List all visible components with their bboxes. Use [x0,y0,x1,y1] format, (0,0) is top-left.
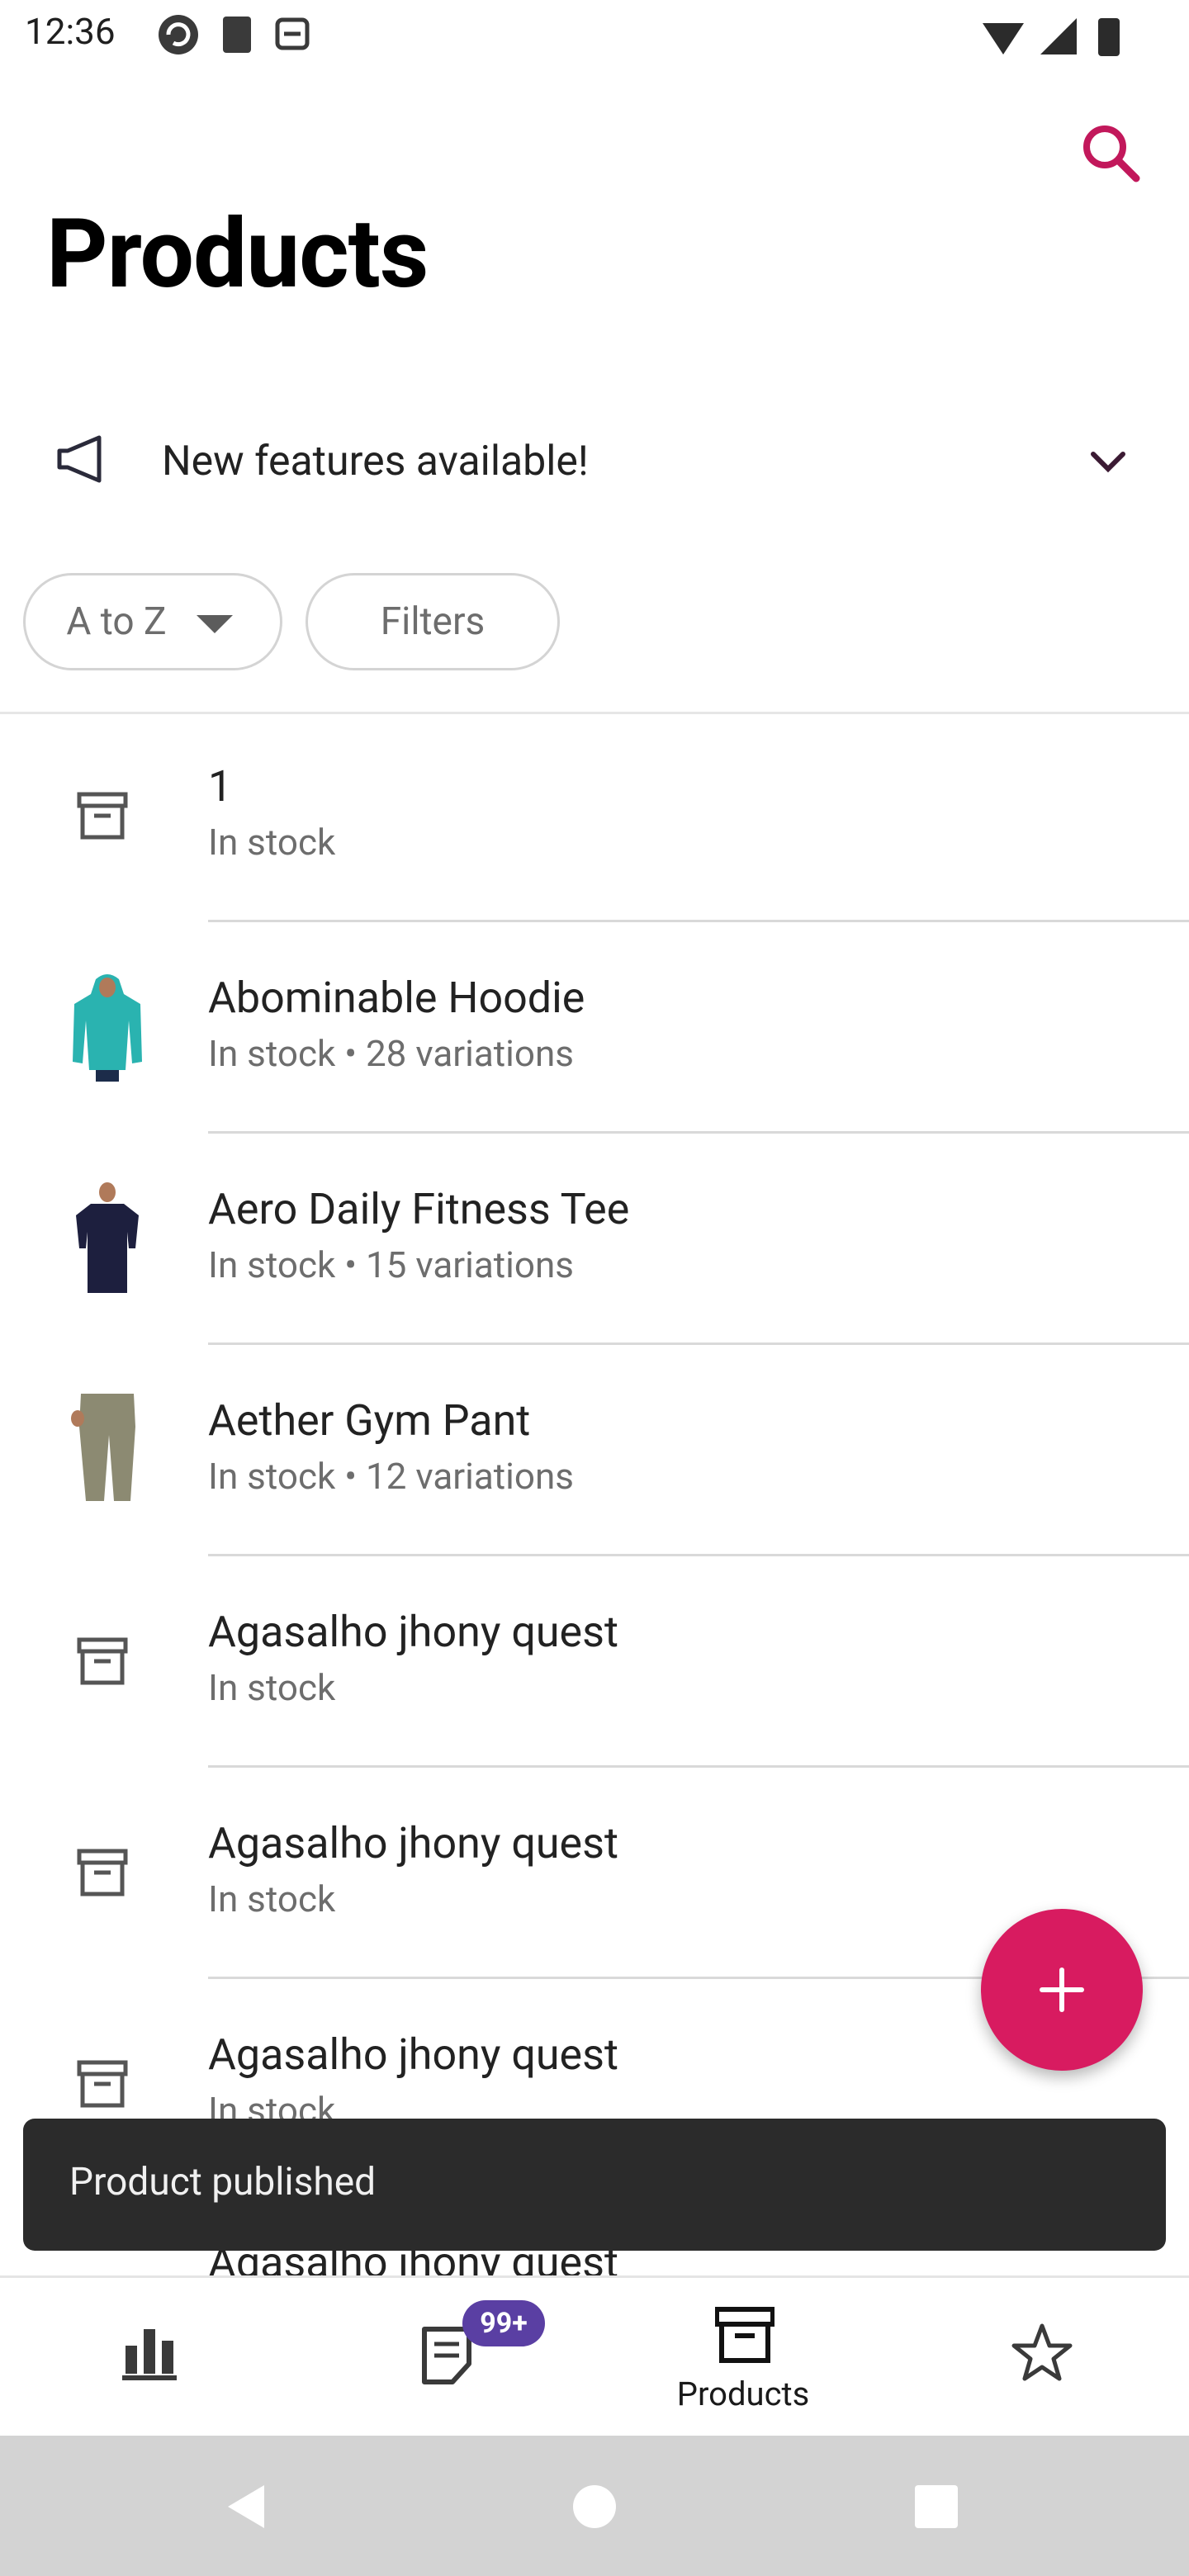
pant-thumbnail [66,1394,149,1504]
chevron-down-icon[interactable] [1083,438,1133,487]
product-subtitle: In stock • 28 variations [208,1032,574,1075]
battery-icon [1098,18,1120,56]
archive-icon [77,1637,128,1685]
nav-item-analytics[interactable] [0,2278,297,2438]
dropdown-arrow-icon [196,615,233,633]
tee-thumbnail [66,1182,149,1293]
page-title: Products [46,198,429,310]
filters-chip[interactable]: Filters [306,573,560,670]
list-item[interactable] [0,1346,1189,1557]
search-icon [1083,125,1140,182]
recents-icon[interactable] [915,2485,958,2528]
chart-icon [122,2329,177,2380]
product-subtitle: In stock [208,1878,336,1920]
product-title: Agasalho jhony quest [208,1818,618,1868]
star-icon [1011,2323,1073,2381]
product-title: Aero Daily Fitness Tee [208,1184,630,1234]
hoodie-thumbnail [66,971,149,1082]
list-item[interactable] [0,1134,1189,1346]
add-product-button[interactable] [981,1909,1143,2071]
nav-item-orders[interactable] [297,2278,594,2438]
row-divider [208,1765,1189,1768]
status-time: 12:36 [25,10,116,53]
list-item[interactable] [0,715,1189,921]
product-subtitle: In stock • 15 variations [208,1243,574,1286]
archive-icon [77,792,128,840]
home-icon[interactable] [571,2484,618,2530]
megaphone-icon [57,435,102,483]
product-subtitle: In stock [208,821,336,864]
row-divider [208,1554,1189,1556]
orders-count-badge: 99+ [462,2300,545,2346]
list-item[interactable] [0,923,1189,1134]
product-title: 1 [208,761,233,812]
archive-icon [77,1849,128,1896]
plus-icon [1040,1968,1084,2012]
status-bar: 12:36 [0,0,1189,73]
status-notification-icons [159,15,310,54]
list-top-divider [0,712,1189,714]
signal-icon [1040,18,1077,54]
back-icon[interactable] [221,2482,271,2531]
product-title: Abominable Hoodie [208,973,585,1023]
nav-label-products: Products [676,2375,810,2413]
bottom-navigation [0,2275,1189,2438]
row-divider [208,920,1189,922]
search-button[interactable] [1073,116,1148,190]
wifi-icon [983,23,1024,54]
nav-item-products[interactable] [594,2278,892,2438]
sort-chip-label: A to Z [66,599,167,644]
archive-icon [715,2307,775,2363]
product-title: Agasalho jhony quest [208,1607,618,1657]
product-title: Agasalho jhony quest [208,2029,618,2080]
row-divider [208,1131,1189,1134]
row-divider [208,1342,1189,1345]
product-subtitle: In stock [208,1666,336,1709]
system-navigation-bar [0,2436,1189,2576]
filters-chip-label: Filters [380,599,486,644]
status-system-icons [983,18,1120,56]
nav-item-reviews[interactable] [892,2278,1189,2438]
product-title: Aether Gym Pant [208,1395,531,1446]
banner-text: New features available! [162,438,589,485]
snackbar-text: Product published [69,2160,377,2204]
sort-chip[interactable]: A to Z [23,573,282,670]
list-item[interactable] [0,1557,1189,1769]
product-subtitle: In stock • 12 variations [208,1455,574,1498]
archive-icon [77,2060,128,2108]
